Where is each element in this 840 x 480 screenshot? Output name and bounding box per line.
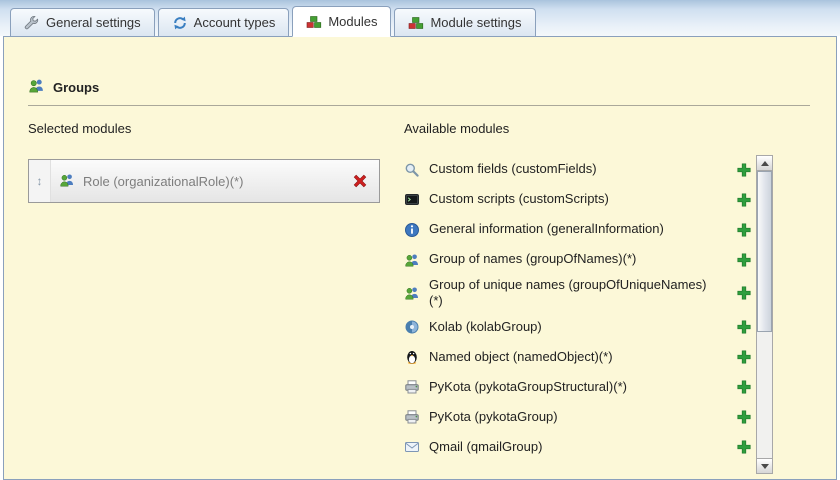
tab-label: Module settings: [430, 15, 522, 30]
module-label: Group of names (groupOfNames)(*): [429, 251, 637, 267]
module-label: Named object (namedObject)(*): [429, 348, 613, 364]
tab-general-settings[interactable]: General settings: [10, 8, 155, 36]
add-icon[interactable]: [736, 349, 752, 365]
module-label: Qmail (qmailGroup): [429, 438, 543, 454]
magnifier-icon: [404, 162, 420, 178]
list-item: Group of names (groupOfNames)(*): [404, 247, 752, 272]
add-icon[interactable]: [736, 379, 752, 395]
module-label: PyKota (pykotaGroup): [429, 408, 558, 424]
penguin-icon: [404, 349, 420, 365]
list-item: Kolab (kolabGroup): [404, 315, 752, 340]
scrollbar-thumb[interactable]: [757, 171, 772, 332]
module-label: Group of unique names (groupOfUniqueName…: [429, 277, 707, 309]
scroll-down-button[interactable]: [757, 458, 772, 473]
selected-modules-heading: Selected modules: [28, 121, 132, 136]
list-item: Custom fields (customFields): [404, 157, 752, 182]
add-icon[interactable]: [736, 409, 752, 425]
groups-section-header: Groups: [28, 77, 810, 106]
add-icon[interactable]: [736, 162, 752, 178]
module-label: PyKota (pykotaGroupStructural)(*): [429, 378, 627, 394]
selected-modules-box: ↕ Role (organizationalRole)(*): [28, 159, 380, 203]
add-icon[interactable]: [736, 319, 752, 335]
wrench-icon: [24, 15, 40, 31]
triangle-down-icon: [760, 463, 769, 469]
module-label: Custom scripts (customScripts): [429, 191, 609, 207]
list-item: Group of unique names (groupOfUniqueName…: [404, 277, 752, 310]
add-icon[interactable]: [736, 192, 752, 208]
printer-icon: [404, 379, 420, 395]
available-modules-list: Custom fields (customFields) Custom scri…: [404, 157, 752, 465]
list-item: Custom scripts (customScripts): [404, 187, 752, 212]
available-modules-heading: Available modules: [404, 121, 510, 136]
list-item: Qmail (qmailGroup): [404, 435, 752, 460]
group-icon: [404, 252, 420, 268]
info-icon: [404, 222, 420, 238]
selected-module-row: ↕ Role (organizationalRole)(*): [29, 160, 379, 202]
tab-module-settings[interactable]: Module settings: [394, 8, 536, 36]
list-item: General information (generalInformation): [404, 217, 752, 242]
module-label: General information (generalInformation): [429, 221, 664, 237]
kolab-icon: [404, 319, 420, 335]
mail-icon: [404, 439, 420, 455]
add-icon[interactable]: [736, 439, 752, 455]
tab-bar: General settings Account types Modules M…: [0, 0, 840, 37]
tab-label: Modules: [328, 14, 378, 29]
module-label: Kolab (kolabGroup): [429, 318, 542, 334]
drag-handle-icon[interactable]: ↕: [29, 160, 51, 202]
group-icon: [28, 77, 45, 97]
selected-module-label: Role (organizationalRole)(*): [83, 173, 244, 189]
list-item: Named object (namedObject)(*): [404, 345, 752, 370]
sync-icon: [172, 15, 188, 31]
available-modules-column: Available modules Custom fields (customF…: [404, 121, 752, 465]
modules-icon: [408, 15, 424, 31]
content-panel: Groups Selected modules ↕ Role (organiza…: [3, 36, 837, 480]
list-item: PyKota (pykotaGroupStructural)(*): [404, 375, 752, 400]
group-icon: [404, 285, 420, 301]
add-icon[interactable]: [736, 285, 752, 301]
group-icon: [59, 172, 75, 191]
delete-icon[interactable]: [351, 172, 369, 190]
section-title: Groups: [53, 79, 100, 95]
add-icon[interactable]: [736, 222, 752, 238]
list-item: PyKota (pykotaGroup): [404, 405, 752, 430]
add-icon[interactable]: [736, 252, 752, 268]
tab-label: General settings: [46, 15, 141, 30]
triangle-up-icon: [760, 160, 769, 166]
tab-account-types[interactable]: Account types: [157, 8, 290, 36]
vertical-scrollbar[interactable]: [756, 155, 773, 474]
tab-label: Account types: [193, 15, 276, 30]
printer-icon: [404, 409, 420, 425]
modules-icon: [306, 14, 322, 30]
tab-modules[interactable]: Modules: [292, 6, 392, 37]
scrollbar-track[interactable]: [757, 171, 772, 458]
terminal-icon: [404, 192, 420, 208]
module-label: Custom fields (customFields): [429, 161, 597, 177]
selected-modules-column: Selected modules ↕ Role (organizationalR…: [28, 121, 380, 203]
scroll-up-button[interactable]: [757, 156, 772, 171]
